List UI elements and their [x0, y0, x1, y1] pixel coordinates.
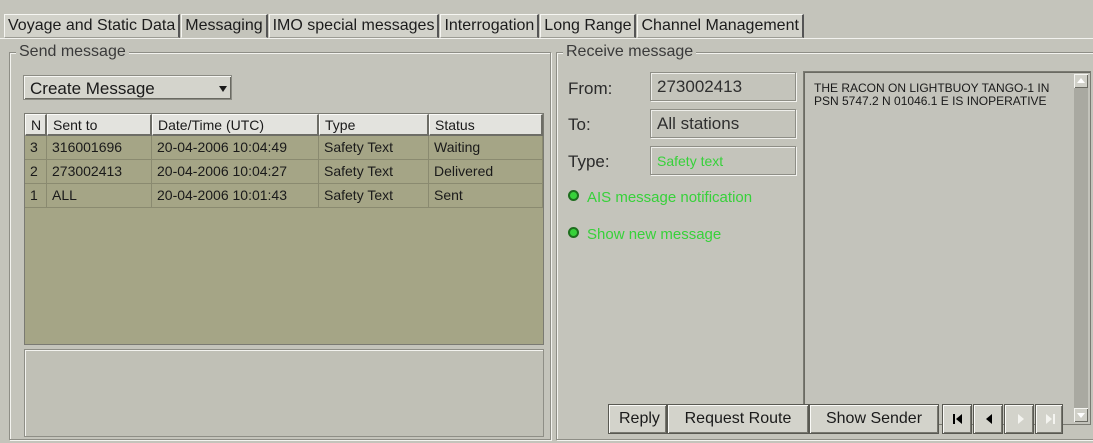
column-header-type[interactable]: Type	[319, 114, 429, 136]
radio-indicator-icon	[568, 190, 579, 201]
previous-message-button[interactable]	[973, 404, 1003, 434]
cell-status: Sent	[429, 184, 543, 208]
skip-first-icon-triangle	[956, 414, 962, 424]
cell-type: Safety Text	[319, 136, 429, 160]
tab-imo-special-messages[interactable]: IMO special messages	[268, 14, 440, 38]
cell-n: 2	[25, 160, 47, 184]
reply-button[interactable]: Reply	[608, 404, 667, 434]
first-message-button[interactable]	[942, 404, 972, 434]
column-header-status[interactable]: Status	[429, 114, 543, 136]
received-message-text-area[interactable]: THE RACON ON LIGHTBUOY TANGO-1 IN PSN 57…	[803, 71, 1091, 425]
create-message-dropdown-value: Create Message	[30, 79, 155, 98]
from-label: From:	[568, 79, 613, 98]
send-message-legend: Send message	[16, 42, 129, 62]
column-header-sent-to[interactable]: Sent to	[47, 114, 152, 136]
request-route-button[interactable]: Request Route	[667, 404, 809, 434]
tab-voyage-static-data[interactable]: Voyage and Static Data	[4, 14, 181, 38]
tab-interrogation[interactable]: Interrogation	[440, 14, 540, 38]
cell-n: 3	[25, 136, 47, 160]
to-label: To:	[568, 115, 591, 134]
arrow-right-icon	[1018, 414, 1024, 424]
ais-messaging-window: Voyage and Static Data Messaging IMO spe…	[0, 0, 1093, 443]
chevron-down-icon	[219, 86, 227, 92]
skip-last-icon-bar	[1053, 414, 1055, 424]
vertical-scrollbar[interactable]	[1074, 74, 1088, 422]
tab-messaging[interactable]: Messaging	[181, 14, 268, 38]
tab-bar: Voyage and Static Data Messaging IMO spe…	[4, 14, 804, 38]
scroll-up-button[interactable]	[1074, 74, 1088, 88]
skip-last-icon	[1046, 414, 1052, 424]
cell-type: Safety Text	[319, 160, 429, 184]
cell-sent-to: ALL	[47, 184, 152, 208]
arrow-up-icon	[1077, 78, 1085, 83]
cell-n: 1	[25, 184, 47, 208]
cell-datetime: 20-04-2006 10:01:43	[152, 184, 319, 208]
tab-channel-management[interactable]: Channel Management	[637, 14, 804, 38]
table-header: N Sent to Date/Time (UTC) Type Status	[25, 114, 543, 136]
received-message-text: THE RACON ON LIGHTBUOY TANGO-1 IN PSN 57…	[814, 81, 1050, 108]
last-message-button[interactable]	[1035, 404, 1063, 434]
tab-divider	[0, 38, 1093, 39]
cell-datetime: 20-04-2006 10:04:49	[152, 136, 319, 160]
show-sender-button[interactable]: Show Sender	[809, 404, 939, 434]
show-new-message-option[interactable]: Show new message	[568, 226, 721, 243]
column-header-datetime[interactable]: Date/Time (UTC)	[152, 114, 319, 136]
ais-message-notification-label: AIS message notification	[587, 189, 753, 206]
radio-indicator-icon	[568, 227, 579, 238]
arrow-left-icon	[986, 414, 992, 424]
scroll-down-button[interactable]	[1074, 408, 1088, 422]
type-field: Safety text	[650, 146, 796, 175]
table-row[interactable]: 3 316001696 20-04-2006 10:04:49 Safety T…	[25, 136, 543, 160]
cell-status: Waiting	[429, 136, 543, 160]
arrow-down-icon	[1077, 413, 1085, 418]
cell-datetime: 20-04-2006 10:04:27	[152, 160, 319, 184]
ais-message-notification-option[interactable]: AIS message notification	[568, 189, 752, 206]
cell-sent-to: 273002413	[47, 160, 152, 184]
table-row[interactable]: 1 ALL 20-04-2006 10:01:43 Safety Text Se…	[25, 184, 543, 208]
next-message-button[interactable]	[1004, 404, 1034, 434]
create-message-dropdown[interactable]: Create Message	[23, 75, 232, 100]
column-header-n[interactable]: N	[25, 114, 47, 136]
show-new-message-label: Show new message	[587, 226, 722, 243]
tab-long-range[interactable]: Long Range	[540, 14, 637, 38]
cell-sent-to: 316001696	[47, 136, 152, 160]
skip-first-icon	[953, 414, 955, 424]
receive-message-legend: Receive message	[563, 42, 697, 62]
from-field: 273002413	[650, 72, 796, 101]
table-row[interactable]: 2 273002413 20-04-2006 10:04:27 Safety T…	[25, 160, 543, 184]
sent-messages-table: N Sent to Date/Time (UTC) Type Status 3 …	[24, 113, 544, 345]
cell-type: Safety Text	[319, 184, 429, 208]
message-preview-panel	[24, 349, 544, 437]
type-label: Type:	[568, 152, 610, 171]
cell-status: Delivered	[429, 160, 543, 184]
to-field: All stations	[650, 109, 796, 138]
